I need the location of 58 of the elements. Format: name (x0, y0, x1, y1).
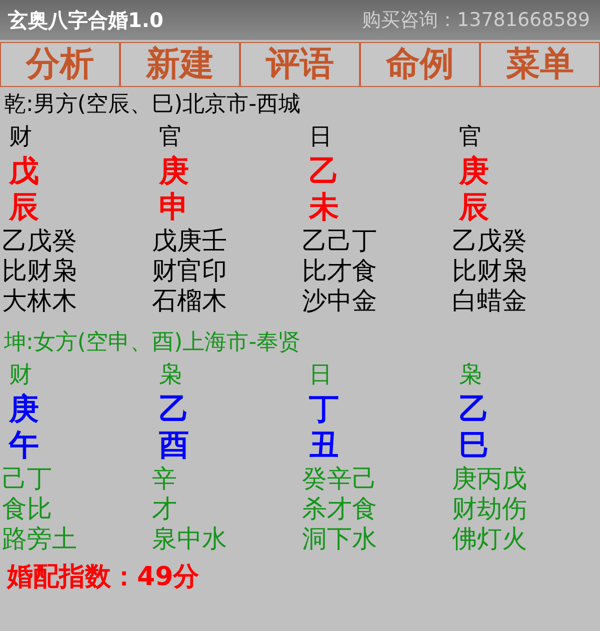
heavenly-stem-char: 戊 (9, 152, 39, 190)
ten-god-label: 官 (159, 122, 182, 152)
hidden-gods-text: 比财枭 (452, 254, 527, 286)
hidden-gods-text: 财官印 (152, 254, 227, 286)
ten-god-label: 枭 (159, 360, 182, 390)
ten-god-label: 财 (9, 122, 32, 152)
hidden-stems-text: 乙戊癸 (452, 224, 527, 256)
menu-button[interactable]: 新建 (120, 42, 240, 87)
heavenly-stem-char: 乙 (459, 390, 489, 428)
earthly-branch-char: 辰 (9, 188, 39, 226)
menu-button[interactable]: 菜单 (480, 42, 600, 87)
ten-god-label: 日 (309, 122, 332, 152)
earthly-branch-char: 酉 (159, 426, 189, 464)
menu-button[interactable]: 评语 (240, 42, 360, 87)
match-score-text: 婚配指数：49分 (7, 562, 200, 592)
heavenly-stem-char: 乙 (309, 152, 339, 190)
ten-god-label: 枭 (459, 360, 482, 390)
nayin-text: 大林木 (2, 284, 77, 316)
earthly-branch-char: 未 (309, 188, 339, 226)
hidden-stems-text: 戊庚壬 (152, 224, 227, 256)
hidden-stems-text: 己丁 (2, 462, 52, 494)
nayin-text: 路旁土 (2, 522, 77, 554)
hidden-gods-text: 比才食 (302, 254, 377, 286)
earthly-branch-char: 辰 (459, 188, 489, 226)
app-title: 玄奥八字合婚1.0 (8, 6, 164, 34)
hidden-gods-text: 食比 (2, 492, 52, 524)
hidden-stems-text: 庚丙戊 (452, 462, 527, 494)
heavenly-stem-char: 庚 (9, 390, 39, 428)
hidden-gods-text: 财劫伤 (452, 492, 527, 524)
ten-god-label: 日 (309, 360, 332, 390)
ten-god-label: 财 (9, 360, 32, 390)
earthly-branch-char: 丑 (309, 426, 339, 464)
hidden-gods-text: 杀才食 (302, 492, 377, 524)
nayin-text: 佛灯火 (452, 522, 527, 554)
ten-god-label: 官 (459, 122, 482, 152)
menu-button[interactable]: 分析 (0, 42, 120, 87)
nayin-text: 白蜡金 (452, 284, 527, 316)
hidden-gods-text: 比财枭 (2, 254, 77, 286)
contact-text: 购买咨询：13781668589 (362, 8, 590, 33)
chart-header: 乾:男方(空辰、巳)北京市-西城 (3, 91, 302, 119)
nayin-text: 沙中金 (302, 284, 377, 316)
earthly-branch-char: 巳 (459, 426, 489, 464)
hidden-stems-text: 乙戊癸 (2, 224, 77, 256)
chart-header: 坤:女方(空申、酉)上海市-奉贤 (3, 329, 302, 357)
hidden-stems-text: 癸辛己 (302, 462, 377, 494)
nayin-text: 石榴木 (152, 284, 227, 316)
nayin-text: 泉中水 (152, 522, 227, 554)
earthly-branch-char: 申 (159, 188, 189, 226)
hidden-gods-text: 才 (152, 492, 177, 524)
hidden-stems-text: 乙己丁 (302, 224, 377, 256)
menu-button[interactable]: 命例 (360, 42, 480, 87)
heavenly-stem-char: 乙 (159, 390, 189, 428)
heavenly-stem-char: 丁 (309, 390, 339, 428)
heavenly-stem-char: 庚 (459, 152, 489, 190)
earthly-branch-char: 午 (9, 426, 39, 464)
hidden-stems-text: 辛 (152, 462, 177, 494)
nayin-text: 洞下水 (302, 522, 377, 554)
heavenly-stem-char: 庚 (159, 152, 189, 190)
